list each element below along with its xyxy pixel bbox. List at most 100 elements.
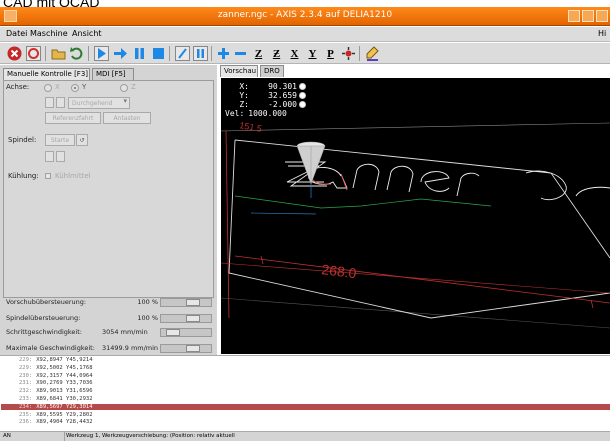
plate-outline bbox=[228, 139, 610, 319]
run-icon[interactable] bbox=[93, 45, 110, 62]
menu-datei[interactable]: Datei bbox=[6, 29, 27, 38]
open-folder-icon[interactable] bbox=[50, 45, 67, 62]
gcode-listing[interactable]: 229: X92,8947 Y45,9214 229: X92,5002 Y45,17… bbox=[1, 357, 610, 429]
zoom-out-icon[interactable] bbox=[232, 45, 249, 62]
tab-manual-control[interactable]: Manuelle Kontrolle [F3] bbox=[3, 68, 90, 80]
gcode-line-code: X90,2769 Y33,7036 bbox=[36, 380, 93, 387]
view-y-icon[interactable]: Y bbox=[304, 45, 321, 62]
close-icon[interactable] bbox=[596, 10, 608, 22]
window-titlebar[interactable]: zanner.ngc - AXIS 2.3.4 auf DELIA1210 bbox=[0, 7, 610, 26]
axis-y-label: Y bbox=[82, 83, 87, 91]
spindle-faster-button[interactable] bbox=[56, 151, 65, 162]
gcode-line[interactable]: 231: X90,2769 Y33,7036 bbox=[1, 380, 610, 387]
gcode-line[interactable]: 229: X92,5002 Y45,1768 bbox=[1, 365, 610, 372]
gcode-line[interactable]: 232: X89,9013 Y31,6596 bbox=[1, 388, 610, 395]
max-velocity-slider[interactable] bbox=[160, 344, 212, 353]
touch-off-button[interactable]: Antasten bbox=[103, 112, 151, 124]
screenshot: CAD mit QCAD zanner.ngc - AXIS 2.3.4 auf… bbox=[0, 0, 610, 441]
statusbar: AN Werkzeug 1, Werkzeugverschiebung: (Po… bbox=[0, 431, 610, 441]
dro-axis-z: Z: bbox=[239, 100, 249, 109]
gcode-line[interactable]: 230: X92,3157 Y44,0964 bbox=[1, 373, 610, 380]
jog-speed-row: Schrittgeschwindigkeit: 3054 mm/min bbox=[4, 328, 215, 338]
slider-thumb[interactable] bbox=[186, 299, 200, 306]
clear-backplot-icon[interactable] bbox=[364, 45, 381, 62]
spindle-override-row: Spindelübersteuerung: 100 % bbox=[4, 314, 215, 324]
maximize-icon[interactable] bbox=[582, 10, 594, 22]
homed-icon bbox=[299, 92, 306, 99]
spindle-start-button[interactable]: Starte bbox=[45, 134, 75, 146]
preview-viewport[interactable]: 151.5 268.0 X: 90.301 Y: 32.659 Z: -2.000 V… bbox=[221, 78, 610, 354]
coolant-checkbox[interactable] bbox=[45, 173, 51, 179]
gcode-line-number: 235: bbox=[19, 411, 33, 418]
view-perspective-icon[interactable]: P bbox=[322, 45, 339, 62]
pause-icon[interactable] bbox=[131, 45, 148, 62]
gcode-line-code: X89,6841 Y30,2932 bbox=[36, 396, 93, 402]
toolbar-separator bbox=[211, 46, 212, 61]
gcode-line-number: 229: bbox=[19, 357, 33, 363]
slider-thumb[interactable] bbox=[186, 315, 200, 322]
menu-ansicht[interactable]: Ansicht bbox=[72, 29, 102, 38]
tab-dro[interactable]: DRO bbox=[260, 65, 284, 77]
step-icon[interactable] bbox=[112, 45, 129, 62]
optional-stop-icon[interactable] bbox=[192, 45, 209, 62]
estop-icon[interactable] bbox=[6, 45, 23, 62]
jog-speed-slider[interactable] bbox=[160, 328, 212, 337]
axis-radio-z[interactable] bbox=[120, 84, 128, 92]
slider-thumb[interactable] bbox=[186, 345, 200, 352]
limit-line bbox=[221, 122, 610, 132]
stop-icon[interactable] bbox=[150, 45, 167, 62]
dimension-tick bbox=[260, 255, 594, 309]
rotate-view-icon[interactable] bbox=[340, 45, 357, 62]
gcode-line-number: 231: bbox=[19, 380, 33, 387]
axis-x-label: X bbox=[55, 83, 60, 91]
toolbar: Z Ƶ X Y P bbox=[0, 43, 610, 64]
tab-mdi[interactable]: MDI [F5] bbox=[92, 68, 134, 80]
block-delete-icon[interactable] bbox=[174, 45, 191, 62]
gcode-line-code: X92,3157 Y44,0964 bbox=[36, 372, 93, 379]
feed-override-slider[interactable] bbox=[160, 298, 212, 307]
menu-hilfe[interactable]: Hi bbox=[598, 29, 606, 38]
reload-icon[interactable] bbox=[68, 45, 85, 62]
jog-plus-button[interactable] bbox=[56, 97, 65, 108]
gcode-line[interactable]: 233: X89,6841 Y30,2932 bbox=[1, 396, 610, 403]
gcode-line-number: 236: bbox=[19, 419, 33, 426]
homed-icon bbox=[299, 101, 306, 108]
tab-preview[interactable]: Vorschau bbox=[220, 65, 258, 77]
cooling-label: Kühlung: bbox=[8, 172, 39, 180]
home-button[interactable]: Referenzfahrt bbox=[45, 112, 101, 124]
feed-override-value: 100 % bbox=[137, 298, 158, 306]
machine-state: AN bbox=[3, 433, 11, 439]
gcode-line[interactable]: 229: X92,8947 Y45,9214 bbox=[1, 357, 610, 364]
power-icon[interactable] bbox=[25, 45, 42, 62]
menu-maschine[interactable]: Maschine bbox=[30, 29, 68, 38]
feed-override-label: Vorschubübersteuerung: bbox=[6, 298, 87, 306]
gcode-line[interactable]: 235: X89,5595 Y29,2802 bbox=[1, 412, 610, 419]
view-z2-icon[interactable]: Ƶ bbox=[268, 45, 285, 62]
spindle-slower-button[interactable] bbox=[45, 151, 54, 162]
view-x-icon[interactable]: X bbox=[286, 45, 303, 62]
toolpath-preview[interactable]: 151.5 268.0 bbox=[221, 78, 610, 354]
spindle-label: Spindel: bbox=[8, 136, 37, 144]
dro-value-y: 32.659 bbox=[268, 91, 297, 100]
jog-minus-button[interactable] bbox=[45, 97, 54, 108]
gcode-panel: 229: X92,8947 Y45,9214 229: X92,5002 Y45,17… bbox=[0, 355, 610, 430]
gcode-line[interactable]: 236: X89,4904 Y28,4432 bbox=[1, 419, 610, 426]
axis-radio-y[interactable] bbox=[71, 84, 79, 92]
slider-thumb[interactable] bbox=[166, 329, 180, 336]
gcode-line-active[interactable]: 234: X89,5697 Y29,3014 bbox=[1, 403, 610, 411]
window-title: zanner.ngc - AXIS 2.3.4 auf DELIA1210 bbox=[217, 10, 393, 20]
jog-mode-select[interactable]: Durchgehend ▾ bbox=[68, 97, 130, 109]
view-z-icon[interactable]: Z bbox=[250, 45, 267, 62]
tool-cone-icon bbox=[296, 141, 326, 185]
axis-radio-x[interactable] bbox=[44, 84, 52, 92]
zoom-in-icon[interactable] bbox=[215, 45, 232, 62]
gcode-line-code: X92,5002 Y45,1768 bbox=[36, 364, 93, 371]
minimize-icon[interactable] bbox=[568, 10, 580, 22]
axis-z-label: Z bbox=[131, 83, 136, 91]
gcode-line-number: 234: bbox=[19, 403, 33, 410]
dro-vel-label: Vel: bbox=[225, 109, 245, 118]
menubar: Datei Maschine Ansicht Hi bbox=[0, 27, 610, 42]
spindle-reverse-icon[interactable]: ↺ bbox=[76, 134, 88, 146]
toolbar-separator bbox=[359, 46, 360, 61]
spindle-override-slider[interactable] bbox=[160, 314, 212, 323]
